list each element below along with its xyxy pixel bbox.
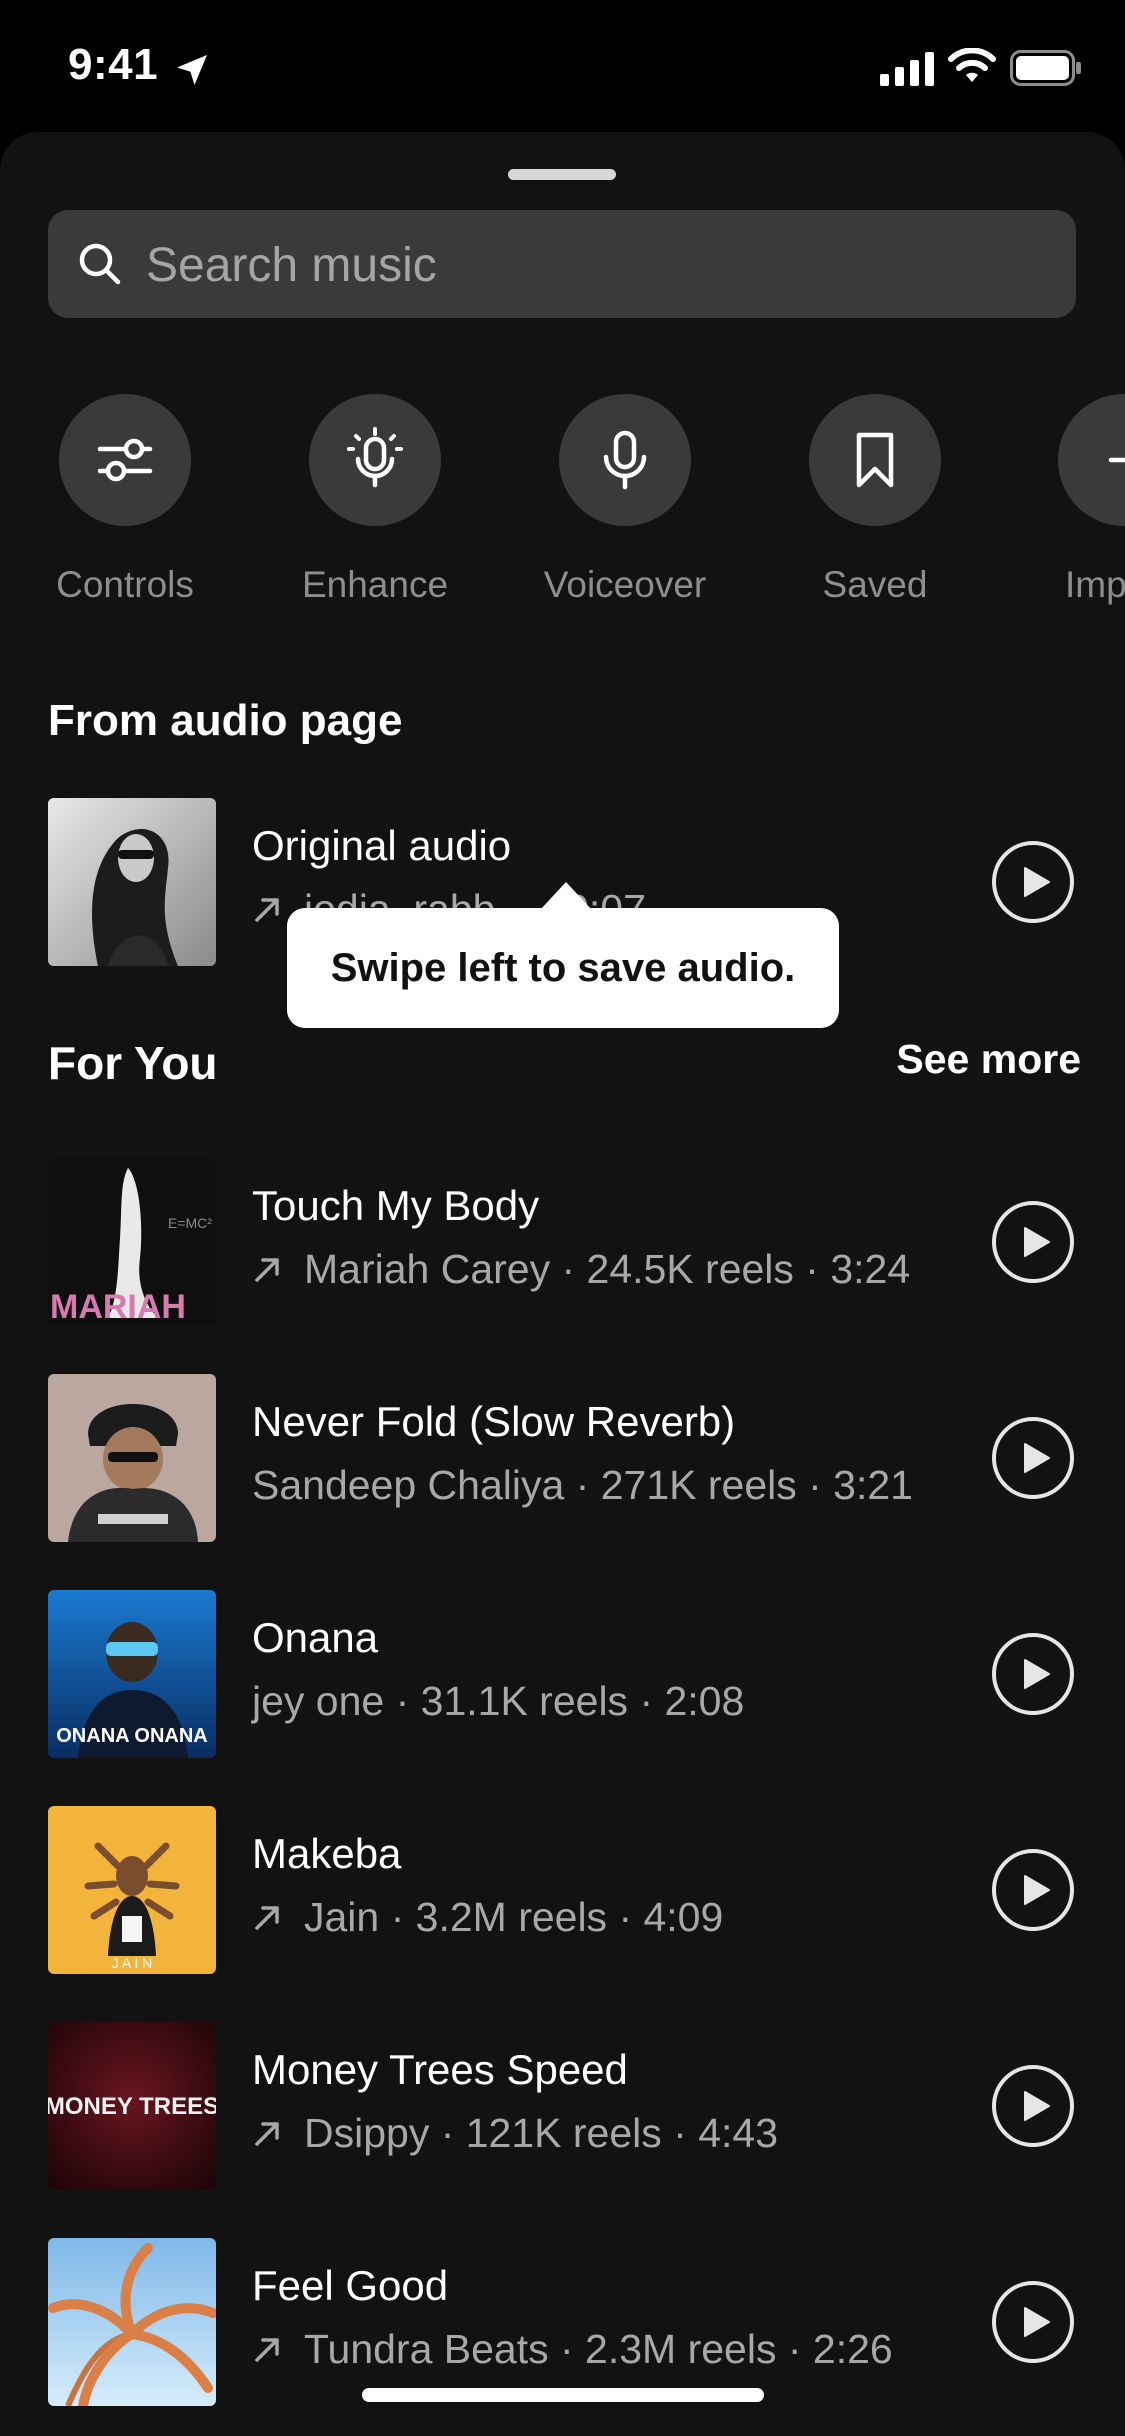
track-meta-text: jey one · 31.1K reels · 2:08 [252,1678,745,1724]
play-button[interactable] [991,1848,1075,1932]
play-button[interactable] [991,1416,1075,1500]
track-title: Never Fold (Slow Reverb) [252,1398,736,1445]
cellular-signal-icon [880,52,934,86]
track-meta-text: Jain · 3.2M reels · 4:09 [304,1894,724,1940]
play-button[interactable] [991,1632,1075,1716]
play-button[interactable] [991,2064,1075,2148]
feel-good-cover [48,2238,216,2406]
play-button[interactable] [991,1200,1075,1284]
search-icon [79,243,121,285]
import-label: Imp [1065,564,1125,605]
track-row[interactable]: J A I N Makeba Jain · 3.2M reels · 4:09 [0,1806,1125,1974]
search-bar[interactable] [48,210,1076,320]
track-meta-text: Tundra Beats · 2.3M reels · 2:26 [304,2326,893,2372]
saved-button[interactable]: Saved [780,394,970,606]
makeba-cover: J A I N [48,1806,216,1974]
bookmark-icon [856,432,894,488]
cover-text: MONEY TREES [48,2093,216,2120]
import-button[interactable]: Imp [1030,394,1125,606]
track-row[interactable]: MONEY TREES Money Trees Speed Dsippy · 1… [0,2022,1125,2190]
enhance-label: Enhance [301,564,449,605]
track-meta-text: Dsippy · 121K reels · 4:43 [304,2110,779,2156]
track-meta: Mariah Carey · 24.5K reels · 3:24 [252,1246,910,1293]
cover-text: ONANA ONANA [56,1725,207,1747]
play-button[interactable] [991,840,1075,924]
track-meta: Sandeep Chaliya · 271K reels · 3:21 [252,1462,913,1509]
controls-label: Controls [56,564,194,605]
location-arrow-icon [177,55,207,85]
track-row[interactable]: Feel Good Tundra Beats · 2.3M reels · 2:… [0,2238,1125,2406]
tooltip-caret [540,882,592,910]
track-row[interactable]: Never Fold (Slow Reverb) Sandeep Chaliya… [0,1374,1125,1542]
home-indicator[interactable] [362,2388,764,2402]
track-title: Makeba [252,1830,402,1877]
voiceover-button[interactable]: Voiceover [530,394,720,606]
track-meta: Jain · 3.2M reels · 4:09 [252,1894,723,1941]
wifi-icon [948,48,996,82]
track-meta-text: Sandeep Chaliya · 271K reels · 3:21 [252,1462,913,1508]
mic-sparkle-icon [347,427,403,488]
original-audio-cover [48,798,216,966]
trending-arrow-icon [255,2338,279,2362]
trending-arrow-icon [255,1906,279,1930]
track-row[interactable]: ONANA ONANA Onana jey one · 31.1K reels … [0,1590,1125,1758]
microphone-icon [603,430,647,490]
enhance-button[interactable]: Enhance [280,394,470,606]
battery-icon [1010,50,1081,86]
trending-arrow-icon [255,1258,279,1282]
track-title: Feel Good [252,2262,449,2309]
track-title: Onana [252,1614,379,1661]
swipe-tooltip[interactable]: Swipe left to save audio. [287,908,839,1028]
cover-text: MARIAH [50,1288,186,1326]
track-title: Original audio [252,822,512,869]
track-meta: jey one · 31.1K reels · 2:08 [252,1678,744,1725]
track-meta-text: Mariah Carey · 24.5K reels · 3:24 [304,1246,911,1292]
track-row[interactable]: E=MC² MARIAH Touch My Body Mariah Carey … [0,1158,1125,1326]
track-title: Money Trees Speed [252,2046,628,2093]
track-meta: Tundra Beats · 2.3M reels · 2:26 [252,2326,893,2373]
trending-arrow-icon [255,898,279,922]
touch-my-body-cover: E=MC² MARIAH [48,1158,216,1326]
voiceover-label: Voiceover [543,564,707,605]
search-input[interactable] [144,210,1048,320]
controls-button[interactable]: Controls [30,394,220,606]
status-bar: 9:41 [0,0,1125,132]
svg-text:E=MC²: E=MC² [168,1215,212,1231]
music-picker-sheet: Controls Enhance Voiceover [0,132,1125,2436]
status-time: 9:41 [68,40,159,89]
track-meta: Dsippy · 121K reels · 4:43 [252,2110,778,2157]
never-fold-cover [48,1374,216,1542]
onana-cover: ONANA ONANA [48,1590,216,1758]
see-more-link[interactable]: See more [896,1036,1081,1083]
trending-arrow-icon [255,2122,279,2146]
money-trees-cover: MONEY TREES [48,2022,216,2190]
track-title: Touch My Body [252,1182,540,1229]
sliders-icon [97,438,153,482]
cover-text: J A I N [112,1955,152,1971]
sheet-grabber[interactable] [508,169,616,180]
saved-label: Saved [822,564,928,605]
audio-page-section-title: From audio page [48,696,403,745]
play-button[interactable] [991,2280,1075,2364]
for-you-section-title: For You [48,1037,218,1089]
import-icon [1108,457,1125,463]
